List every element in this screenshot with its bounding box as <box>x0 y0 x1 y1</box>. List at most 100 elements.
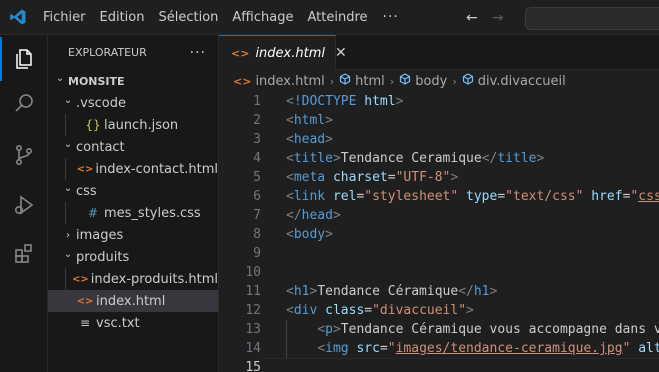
indent-guide <box>65 202 66 224</box>
element-cube-icon <box>462 73 474 89</box>
css-file-icon: # <box>87 206 99 220</box>
menu-bar: Fichier Edition Sélection Affichage Atte… <box>36 0 407 35</box>
menu-affichage[interactable]: Affichage <box>225 0 300 35</box>
code-line[interactable]: <!DOCTYPE html> <box>286 92 403 111</box>
tree-item-css[interactable]: ⌄ css <box>48 180 218 202</box>
line-number: 1 <box>253 94 261 109</box>
tree-item-images[interactable]: › images <box>48 224 218 246</box>
command-center-search[interactable] <box>525 7 659 30</box>
tree-item-index-contact-html[interactable]: <> index-contact.html <box>48 158 218 180</box>
line-number: 2 <box>253 113 261 128</box>
code-line[interactable]: <html> <box>286 111 333 130</box>
tree-item-produits[interactable]: ⌄ produits <box>48 246 218 268</box>
title-bar: Fichier Edition Sélection Affichage Atte… <box>0 0 659 35</box>
tab-label: index.html <box>255 45 325 61</box>
editor-tab-bar: <> index.html ✕ <box>219 35 659 70</box>
code-line[interactable]: <h1>Tendance Céramique</h1> <box>286 282 497 301</box>
element-cube-icon <box>339 73 351 89</box>
chevron-down-icon: ⌄ <box>63 248 73 260</box>
tree-item-index-produits-html[interactable]: <> index-produits.html <box>48 268 218 290</box>
tree-item-label: css <box>76 183 97 199</box>
extensions-icon[interactable] <box>0 231 48 275</box>
line-number: 4 <box>253 151 261 166</box>
tree-item-label: .vscode <box>76 95 126 111</box>
tree-item-label: index.html <box>96 293 166 309</box>
tree-item-label: index-produits.html <box>90 271 218 287</box>
line-number: 3 <box>253 132 261 147</box>
explorer-icon[interactable] <box>0 37 48 81</box>
line-number: 14 <box>245 341 261 356</box>
line-number: 15 <box>245 360 261 372</box>
html-file-icon: <> <box>71 273 89 285</box>
explorer-more-button[interactable]: ··· <box>190 45 206 61</box>
indent-guide <box>286 320 287 358</box>
breadcrumb-html[interactable]: html <box>355 74 385 89</box>
menu-atteindre[interactable]: Atteindre <box>300 0 374 35</box>
html-file-icon: <> <box>76 163 94 175</box>
more-menu-button[interactable]: ··· <box>375 9 407 25</box>
tree-item-monsite[interactable]: ⌄ MONSITE <box>48 70 218 92</box>
tree-item-launch-json[interactable]: {} launch.json <box>48 114 218 136</box>
back-arrow-icon[interactable]: ← <box>466 10 478 26</box>
tree-item-label: vsc.txt <box>96 315 140 331</box>
line-number: 12 <box>245 303 261 318</box>
indent-guide <box>65 158 66 180</box>
code-content[interactable]: <!DOCTYPE html> <html> <head> <title>Tendan… <box>286 92 659 372</box>
explorer-sidebar: EXPLORATEUR ··· ⌄ MONSITE ⌄ .vscode{} launch… <box>48 35 219 372</box>
chevron-down-icon: ⌄ <box>55 72 65 84</box>
html-file-icon: <> <box>233 74 252 88</box>
code-line[interactable]: <head> <box>286 130 333 149</box>
breadcrumb-div[interactable]: div.divaccueil <box>478 74 566 89</box>
tree-item-label: images <box>76 227 124 243</box>
breadcrumb-file[interactable]: index.html <box>255 74 324 89</box>
tree-item-index-html[interactable]: <> index.html <box>48 290 218 312</box>
tab-index-html[interactable]: <> index.html ✕ <box>219 35 347 70</box>
forward-arrow-icon[interactable]: → <box>492 10 504 26</box>
explorer-header: EXPLORATEUR ··· <box>48 35 218 70</box>
tree-item-label: produits <box>76 249 130 265</box>
code-line[interactable]: <body> <box>286 225 333 244</box>
indent-guide <box>65 114 66 136</box>
explorer-title: EXPLORATEUR <box>68 46 147 59</box>
run-debug-icon[interactable] <box>0 183 48 227</box>
html-file-icon: <> <box>231 46 250 60</box>
tree-item-label: mes_styles.css <box>104 205 201 221</box>
close-tab-icon[interactable]: ✕ <box>335 45 347 61</box>
chevron-right-icon: › <box>329 74 335 88</box>
tree-item-mes-styles-css[interactable]: # mes_styles.css <box>48 202 218 224</box>
menu-fichier[interactable]: Fichier <box>36 0 93 35</box>
json-file-icon: {} <box>85 118 101 132</box>
code-line[interactable]: <img src="images/tendance-ceramique.jpg"… <box>286 339 659 358</box>
menu-edition[interactable]: Edition <box>93 0 152 35</box>
code-line[interactable]: <p>Tendance Céramique vous accompagne da… <box>286 320 659 339</box>
code-line[interactable]: <link rel="stylesheet" type="text/css" h… <box>286 187 659 206</box>
source-control-icon[interactable] <box>0 133 48 177</box>
line-number: 7 <box>253 208 261 223</box>
code-line[interactable]: <meta charset="UTF-8"> <box>286 168 458 187</box>
tree-item-vsc-txt[interactable]: ≡ vsc.txt <box>48 312 218 334</box>
breadcrumb-body[interactable]: body <box>415 74 447 89</box>
tree-item-label: index-contact.html <box>95 161 218 177</box>
activity-bar <box>0 35 48 372</box>
code-line[interactable]: <div class="divaccueil"> <box>286 301 474 320</box>
line-number: 13 <box>245 322 261 337</box>
tree-item-contact[interactable]: ⌄ contact <box>48 136 218 158</box>
tree-item-label: launch.json <box>104 117 179 133</box>
line-number-gutter: 1 2 3 4 5 6 7 8 9 10 11 12 13 14 15 <box>219 92 261 372</box>
code-editor[interactable]: 1 2 3 4 5 6 7 8 9 10 11 12 13 14 15 <!DOCTYPE html> <ht… <box>219 92 659 372</box>
tree-item--vscode[interactable]: ⌄ .vscode <box>48 92 218 114</box>
chevron-right-icon: › <box>452 74 457 88</box>
chevron-right-icon: › <box>66 229 70 241</box>
indent-guide <box>65 268 66 290</box>
search-icon[interactable] <box>0 81 48 125</box>
line-number: 5 <box>253 170 261 185</box>
element-cube-icon <box>399 73 411 89</box>
chevron-right-icon: › <box>389 74 395 88</box>
chevron-down-icon: ⌄ <box>63 94 73 106</box>
vscode-logo-icon <box>0 0 36 35</box>
html-file-icon: <> <box>76 295 94 307</box>
navigation-arrows: ← → <box>466 0 503 35</box>
code-line[interactable]: </head> <box>286 206 341 225</box>
code-line[interactable]: <title>Tendance Ceramique</title> <box>286 149 544 168</box>
menu-selection[interactable]: Sélection <box>151 0 225 35</box>
